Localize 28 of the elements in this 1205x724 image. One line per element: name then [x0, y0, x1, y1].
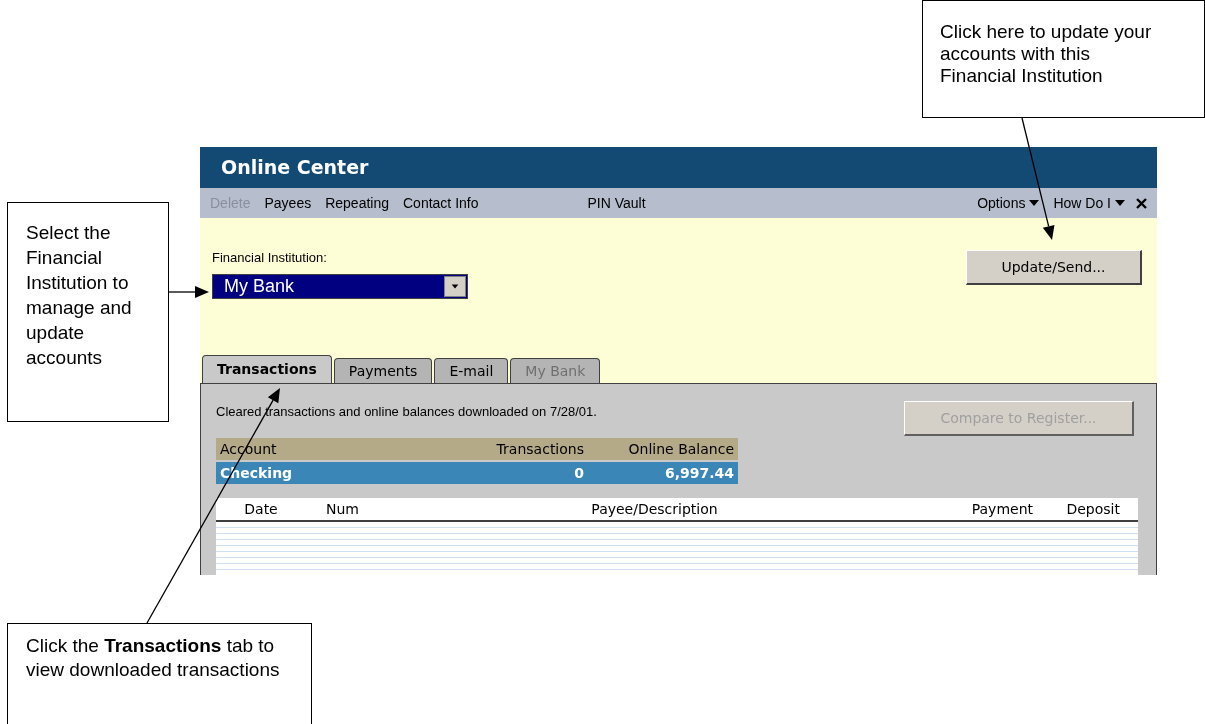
tab[interactable]: E-mail [434, 358, 509, 383]
column-header: Date [243, 499, 279, 519]
tab[interactable]: Payments [333, 358, 433, 383]
column-header: Deposit [1065, 499, 1121, 519]
status-text: Cleared transactions and online balances downloaded on 7/28/01. [216, 403, 597, 421]
column-header: Payee/Description [590, 499, 719, 519]
window-title: Online Center [200, 147, 1157, 188]
column-header: Transactions [495, 439, 584, 459]
update-send-button[interactable]: Update/Send... [966, 250, 1142, 285]
menu-item[interactable]: Payees [257, 192, 319, 214]
column-header: Num [325, 499, 360, 519]
menu-item[interactable]: PIN Vault [580, 192, 653, 214]
menu-dropdown[interactable]: Options [970, 192, 1047, 214]
column-header: Online Balance [627, 439, 734, 459]
tab[interactable]: Transactions [202, 355, 332, 383]
field-label: Financial Institution: [212, 249, 328, 267]
close-icon[interactable] [1136, 197, 1147, 209]
caret-icon [444, 275, 466, 297]
institution-dropdown[interactable]: My Bank [212, 273, 468, 299]
callout-text: Select the Financial Institution to manage and update accounts [26, 221, 133, 370]
caret-icon [1029, 200, 1040, 206]
column-header: Payment [970, 499, 1034, 519]
callout-text: Click the Transactions tab to view downloaded transactions [26, 634, 281, 682]
menu-item[interactable]: Repeating [318, 192, 396, 214]
callout-text: Click here to update your accounts with this Financial Institution [940, 21, 1153, 87]
menu-item[interactable]: Contact Info [396, 192, 486, 214]
caret-icon [1115, 200, 1125, 206]
menu-dropdown[interactable]: How Do I [1046, 192, 1132, 214]
